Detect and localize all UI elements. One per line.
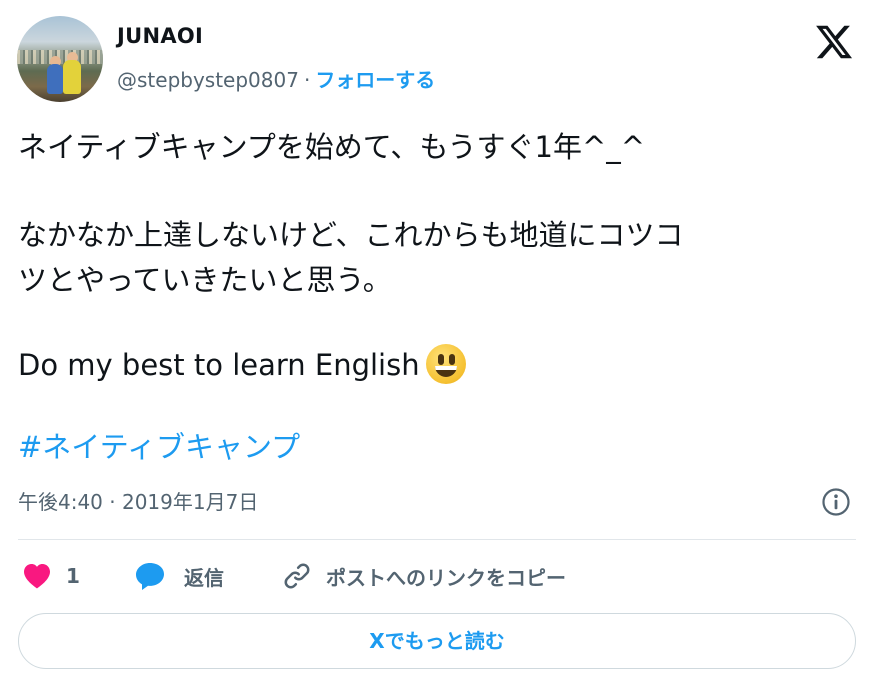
hashtag-link[interactable]: #ネイティブキャンプ: [18, 426, 300, 468]
tweet-line-english: Do my best to learn English: [18, 344, 466, 386]
info-icon[interactable]: [820, 486, 852, 518]
tweet-line: ネイティブキャンプを始めて、もうすぐ1年^_^: [18, 130, 646, 164]
avatar-person-body: [63, 60, 81, 94]
tweet-line: なかなか上達しないけど、これからも地道にコツコ: [18, 218, 684, 252]
reply-button[interactable]: 返信: [134, 556, 224, 596]
avatar[interactable]: [17, 16, 103, 102]
timestamp-link[interactable]: 午後4:40 · 2019年1月7日: [18, 486, 258, 515]
tweet-line: ツとやっていきたいと思う。: [18, 263, 392, 297]
divider: [18, 539, 856, 540]
follow-button[interactable]: フォローする: [315, 68, 435, 92]
separator-dot: ·: [303, 68, 311, 92]
heart-icon: [24, 564, 50, 589]
author-name[interactable]: JUNAOI: [117, 24, 203, 48]
reply-label: 返信: [184, 565, 224, 590]
like-count: 1: [66, 564, 80, 588]
avatar-person-body: [47, 64, 63, 94]
grinning-face-emoji-icon: [425, 344, 466, 384]
x-logo-icon[interactable]: [812, 22, 856, 62]
author-handle[interactable]: @stepbystep0807: [117, 68, 299, 92]
reply-bubble-icon: [136, 563, 164, 590]
author-handle-row: @stepbystep0807 · フォローする: [117, 64, 435, 93]
copy-link-button[interactable]: ポストへのリンクをコピー: [282, 556, 566, 596]
like-button[interactable]: 1: [22, 556, 80, 596]
read-more-button[interactable]: Xでもっと読む: [18, 613, 856, 669]
copy-link-label: ポストへのリンクをコピー: [326, 565, 566, 590]
tweet-line-text: Do my best to learn English: [18, 348, 420, 382]
link-icon: [284, 563, 310, 589]
